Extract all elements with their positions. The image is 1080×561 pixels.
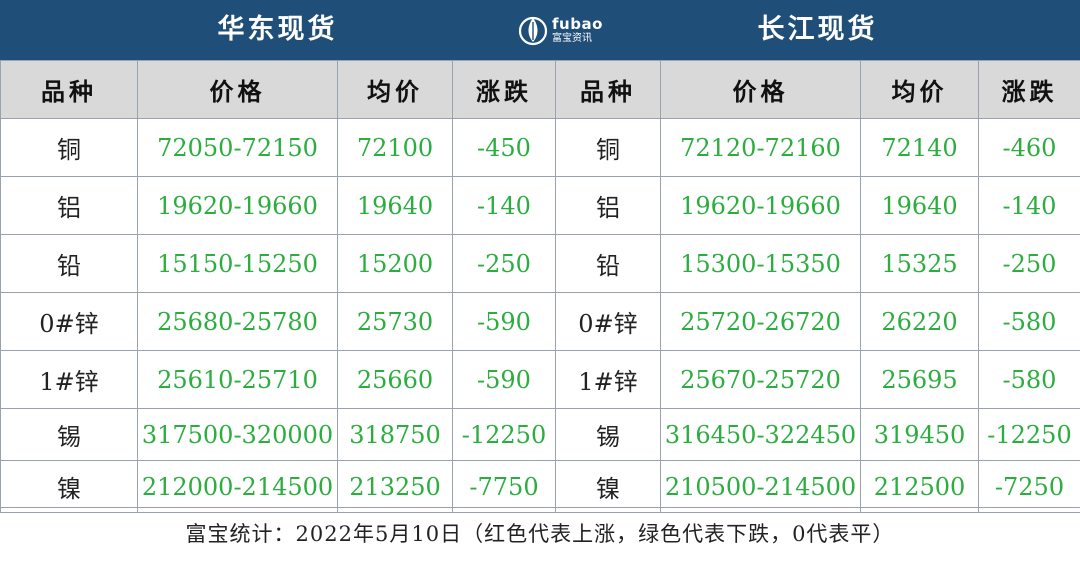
table-row: 铜 72050-72150 72100 -450 铜 72120-72160 7…: [1, 119, 1080, 177]
price-change: -12250: [453, 409, 556, 461]
price-range: 316450-322450: [661, 409, 861, 461]
east-china-title: 华东现货: [0, 0, 555, 60]
average-price: 319450: [861, 409, 979, 461]
metal-name: 锡: [1, 409, 138, 461]
price-change: -250: [453, 235, 556, 293]
fubao-leaf-icon: [518, 13, 548, 47]
price-range: 210500-214500: [661, 461, 861, 513]
metal-name: 铅: [556, 235, 661, 293]
table-row: 铝 19620-19660 19640 -140 铝 19620-19660 1…: [1, 177, 1080, 235]
price-change: -450: [453, 119, 556, 177]
price-change: -460: [979, 119, 1080, 177]
average-price: 19640: [338, 177, 453, 235]
average-price: 72140: [861, 119, 979, 177]
average-price: 25730: [338, 293, 453, 351]
price-change: -7250: [979, 461, 1080, 513]
table-header-row: 品种 价格 均价 涨跌 品种 价格 均价 涨跌: [1, 61, 1080, 119]
average-price: 212500: [861, 461, 979, 513]
footer-note: 富宝统计：2022年5月10日（红色代表上涨，绿色代表下跌，0代表平）: [0, 507, 1080, 561]
average-price: 25695: [861, 351, 979, 409]
metal-name: 铜: [1, 119, 138, 177]
metal-name: 铅: [1, 235, 138, 293]
price-range: 212000-214500: [138, 461, 338, 513]
metal-name: 铝: [556, 177, 661, 235]
price-range: 19620-19660: [661, 177, 861, 235]
average-price: 26220: [861, 293, 979, 351]
metal-name: 0#锌: [1, 293, 138, 351]
table-row: 1#锌 25610-25710 25660 -590 1#锌 25670-257…: [1, 351, 1080, 409]
metal-name: 镍: [556, 461, 661, 513]
average-price: 318750: [338, 409, 453, 461]
price-change: -590: [453, 351, 556, 409]
average-price: 15200: [338, 235, 453, 293]
col-header: 均价: [338, 61, 453, 119]
price-range: 72120-72160: [661, 119, 861, 177]
price-range: 317500-320000: [138, 409, 338, 461]
price-change: -590: [453, 293, 556, 351]
col-header: 品种: [556, 61, 661, 119]
col-header: 涨跌: [979, 61, 1080, 119]
metal-name: 1#锌: [1, 351, 138, 409]
price-range: 72050-72150: [138, 119, 338, 177]
price-range: 19620-19660: [138, 177, 338, 235]
table-row: 铅 15150-15250 15200 -250 铅 15300-15350 1…: [1, 235, 1080, 293]
metal-name: 0#锌: [556, 293, 661, 351]
average-price: 213250: [338, 461, 453, 513]
price-range: 25670-25720: [661, 351, 861, 409]
price-table: 品种 价格 均价 涨跌 品种 价格 均价 涨跌 铜 72050-72150 72…: [0, 60, 1080, 513]
price-range: 25610-25710: [138, 351, 338, 409]
price-change: -250: [979, 235, 1080, 293]
price-change: -580: [979, 351, 1080, 409]
price-range: 15300-15350: [661, 235, 861, 293]
average-price: 72100: [338, 119, 453, 177]
price-change: -580: [979, 293, 1080, 351]
price-change: -140: [979, 177, 1080, 235]
average-price: 25660: [338, 351, 453, 409]
price-change: -140: [453, 177, 556, 235]
metal-name: 铝: [1, 177, 138, 235]
col-header: 均价: [861, 61, 979, 119]
price-change: -7750: [453, 461, 556, 513]
price-table-image: 华东现货 fubao 富宝资讯 长江现货 品种 价格 均价 涨跌 品种 价格: [0, 0, 1080, 560]
col-header: 品种: [1, 61, 138, 119]
col-header: 价格: [661, 61, 861, 119]
yangtze-title: 长江现货: [555, 0, 1080, 60]
price-change: -12250: [979, 409, 1080, 461]
title-bar: 华东现货 fubao 富宝资讯 长江现货: [0, 0, 1080, 60]
col-header: 涨跌: [453, 61, 556, 119]
metal-name: 锡: [556, 409, 661, 461]
col-header: 价格: [138, 61, 338, 119]
table-row: 0#锌 25680-25780 25730 -590 0#锌 25720-267…: [1, 293, 1080, 351]
price-range: 25680-25780: [138, 293, 338, 351]
price-range: 15150-15250: [138, 235, 338, 293]
table-row: 镍 212000-214500 213250 -7750 镍 210500-21…: [1, 461, 1080, 513]
metal-name: 镍: [1, 461, 138, 513]
table-row: 锡 317500-320000 318750 -12250 锡 316450-3…: [1, 409, 1080, 461]
metal-name: 1#锌: [556, 351, 661, 409]
metal-name: 铜: [556, 119, 661, 177]
average-price: 15325: [861, 235, 979, 293]
price-range: 25720-26720: [661, 293, 861, 351]
average-price: 19640: [861, 177, 979, 235]
